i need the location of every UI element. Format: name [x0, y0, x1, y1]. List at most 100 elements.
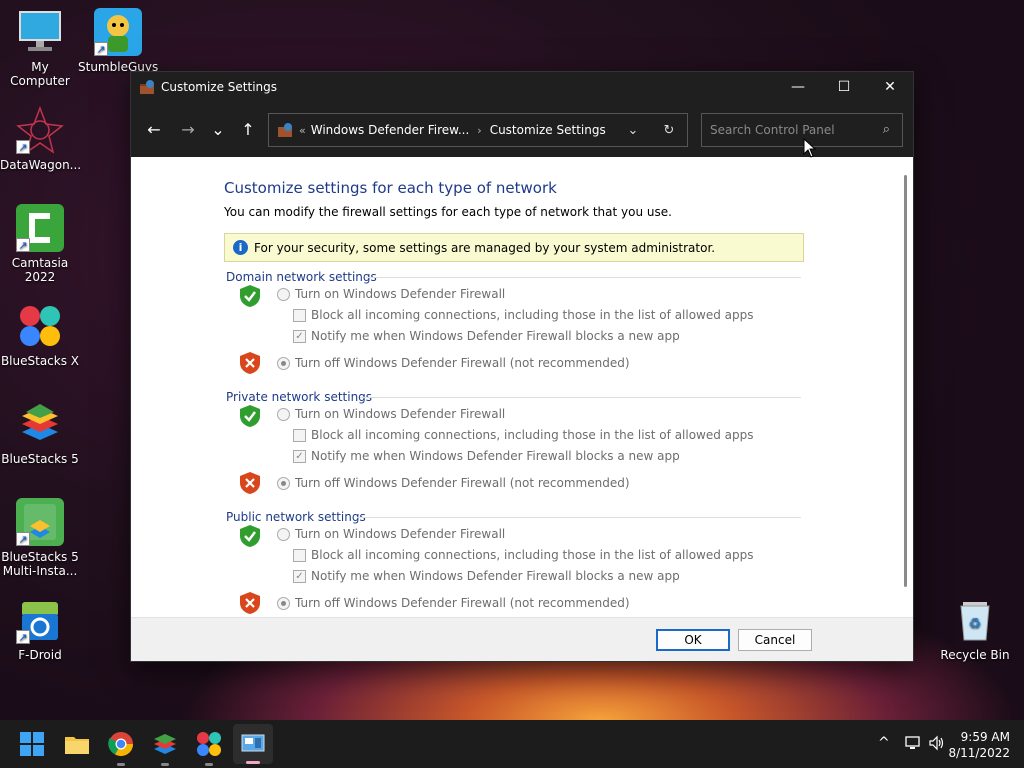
- desktop-icon-label: BlueStacks 5 Multi-Insta...: [1, 550, 79, 578]
- turn-off-radio[interactable]: [277, 476, 290, 490]
- turn-on-firewall-option[interactable]: Turn on Windows Defender Firewall: [277, 527, 505, 541]
- notify-checkbox[interactable]: ✓: [293, 569, 306, 583]
- green-shield-icon: [240, 285, 260, 307]
- desktop-icon-stumbleguys[interactable]: ↗ StumbleGuys: [78, 8, 158, 74]
- forward-button[interactable]: →: [173, 115, 203, 145]
- desktop-icon-bluestacks-5[interactable]: BlueStacks 5: [0, 400, 80, 466]
- option-label: Notify me when Windows Defender Firewall…: [311, 449, 680, 463]
- turn-on-radio[interactable]: [277, 287, 290, 301]
- vertical-scrollbar[interactable]: [904, 175, 907, 587]
- close-button[interactable]: ✕: [867, 72, 913, 102]
- turn-off-firewall-option[interactable]: Turn off Windows Defender Firewall (not …: [277, 476, 630, 490]
- turn-on-radio[interactable]: [277, 527, 290, 541]
- block-all-option[interactable]: Block all incoming connections, includin…: [293, 428, 754, 442]
- desktop-icon-bluestacks-x[interactable]: BlueStacks X: [0, 302, 80, 368]
- active-window-indicator: [246, 761, 260, 764]
- option-label: Turn off Windows Defender Firewall (not …: [295, 596, 630, 610]
- option-label: Turn on Windows Defender Firewall: [295, 407, 506, 421]
- shortcut-arrow-icon: ↗: [16, 532, 30, 546]
- desktop-icon-bluestacks-multi[interactable]: ↗ BlueStacks 5 Multi-Insta...: [0, 498, 80, 578]
- turn-on-firewall-option[interactable]: Turn on Windows Defender Firewall: [277, 407, 505, 421]
- option-label: Block all incoming connections, includin…: [311, 308, 754, 322]
- address-bar[interactable]: « Windows Defender Firew... › Customize …: [268, 113, 688, 147]
- option-label: Block all incoming connections, includin…: [311, 428, 754, 442]
- desktop-icon-label: My Computer: [10, 60, 70, 88]
- firewall-app-icon: [139, 79, 155, 95]
- chrome-icon[interactable]: [107, 730, 135, 758]
- breadcrumb-overflow[interactable]: «: [299, 124, 306, 137]
- turn-off-firewall-option[interactable]: Turn off Windows Defender Firewall (not …: [277, 596, 630, 610]
- block-all-checkbox[interactable]: [293, 428, 306, 442]
- breadcrumb-firewall[interactable]: Windows Defender Firew...: [311, 123, 470, 137]
- desktop-icon-f-droid[interactable]: ↗ F-Droid: [0, 596, 80, 662]
- breadcrumb-separator[interactable]: ›: [477, 124, 481, 137]
- cancel-button[interactable]: Cancel: [738, 629, 812, 651]
- ok-button[interactable]: OK: [656, 629, 730, 651]
- info-icon: i: [233, 240, 248, 255]
- section-divider: [366, 277, 801, 278]
- turn-off-firewall-option[interactable]: Turn off Windows Defender Firewall (not …: [277, 356, 630, 370]
- clock-time: 9:59 AM: [960, 730, 1010, 744]
- maximize-button[interactable]: ☐: [821, 72, 867, 102]
- desktop-icon-label: BlueStacks X: [0, 354, 80, 368]
- shortcut-arrow-icon: ↗: [16, 140, 30, 154]
- notify-option[interactable]: ✓ Notify me when Windows Defender Firewa…: [293, 569, 680, 583]
- private-network-section: Private network settings Turn on Windows…: [226, 390, 801, 500]
- notify-checkbox[interactable]: ✓: [293, 329, 306, 343]
- notify-option[interactable]: ✓ Notify me when Windows Defender Firewa…: [293, 329, 680, 343]
- bluestacks-taskbar-icon[interactable]: [151, 730, 179, 758]
- option-label: Turn on Windows Defender Firewall: [295, 287, 506, 301]
- turn-on-firewall-option[interactable]: Turn on Windows Defender Firewall: [277, 287, 505, 301]
- block-all-option[interactable]: Block all incoming connections, includin…: [293, 308, 754, 322]
- control-panel-icon: [277, 122, 293, 138]
- file-explorer-icon[interactable]: [63, 730, 91, 758]
- title-bar[interactable]: Customize Settings — ☐ ✕: [131, 72, 913, 102]
- notify-checkbox[interactable]: ✓: [293, 449, 306, 463]
- address-dropdown-icon[interactable]: ⌄: [615, 123, 651, 138]
- turn-off-radio[interactable]: [277, 596, 290, 610]
- up-button[interactable]: ↑: [233, 115, 263, 145]
- option-label: Turn off Windows Defender Firewall (not …: [295, 356, 630, 370]
- start-windows-icon[interactable]: [18, 730, 46, 758]
- section-divider: [357, 517, 801, 518]
- shortcut-arrow-icon: ↗: [94, 42, 108, 56]
- tray-overflow-chevron-icon[interactable]: ^: [878, 735, 890, 751]
- window-title: Customize Settings: [161, 80, 278, 94]
- shortcut-arrow-icon: ↗: [16, 630, 30, 644]
- stumbleguys-icon: ↗: [94, 8, 142, 56]
- volume-icon[interactable]: [928, 734, 946, 752]
- green-shield-icon: [240, 525, 260, 547]
- mouse-cursor-icon: [803, 138, 817, 158]
- recent-locations-button[interactable]: ⌄: [203, 115, 233, 145]
- block-all-checkbox[interactable]: [293, 548, 306, 562]
- turn-off-radio[interactable]: [277, 356, 290, 370]
- desktop-icon-my-computer[interactable]: My Computer: [0, 8, 80, 88]
- back-button[interactable]: ←: [139, 115, 169, 145]
- option-label: Turn off Windows Defender Firewall (not …: [295, 476, 630, 490]
- red-shield-icon: [240, 592, 260, 614]
- desktop-icon-datawagon[interactable]: ↗ DataWagon...: [0, 105, 81, 172]
- admin-info-text: For your security, some settings are man…: [254, 240, 716, 255]
- customize-settings-window: Customize Settings — ☐ ✕ ← → ⌄ ↑ « Windo…: [130, 71, 914, 662]
- search-icon[interactable]: ⌕: [883, 122, 890, 137]
- page-heading: Customize settings for each type of netw…: [224, 179, 557, 197]
- f-droid-icon: ↗: [16, 596, 64, 644]
- shortcut-arrow-icon: ↗: [16, 238, 30, 252]
- turn-on-radio[interactable]: [277, 407, 290, 421]
- breadcrumb-customize-settings[interactable]: Customize Settings: [490, 123, 606, 137]
- refresh-icon[interactable]: ↻: [651, 123, 687, 138]
- search-box[interactable]: Search Control Panel ⌕: [701, 113, 903, 147]
- search-input[interactable]: Search Control Panel: [710, 123, 835, 137]
- content-pane: Customize settings for each type of netw…: [131, 157, 913, 619]
- clock[interactable]: 9:59 AM 8/11/2022: [948, 729, 1010, 761]
- bluestacks-x-taskbar-icon[interactable]: [195, 730, 223, 758]
- minimize-button[interactable]: —: [775, 72, 821, 102]
- block-all-checkbox[interactable]: [293, 308, 306, 322]
- control-panel-taskbar-button[interactable]: [233, 724, 273, 764]
- block-all-option[interactable]: Block all incoming connections, includin…: [293, 548, 754, 562]
- desktop-icon-recycle-bin[interactable]: ♻ Recycle Bin: [935, 596, 1015, 662]
- green-shield-icon: [240, 405, 260, 427]
- desktop-icon-camtasia[interactable]: ↗ Camtasia 2022: [0, 204, 80, 284]
- notify-option[interactable]: ✓ Notify me when Windows Defender Firewa…: [293, 449, 680, 463]
- network-icon[interactable]: [904, 734, 922, 752]
